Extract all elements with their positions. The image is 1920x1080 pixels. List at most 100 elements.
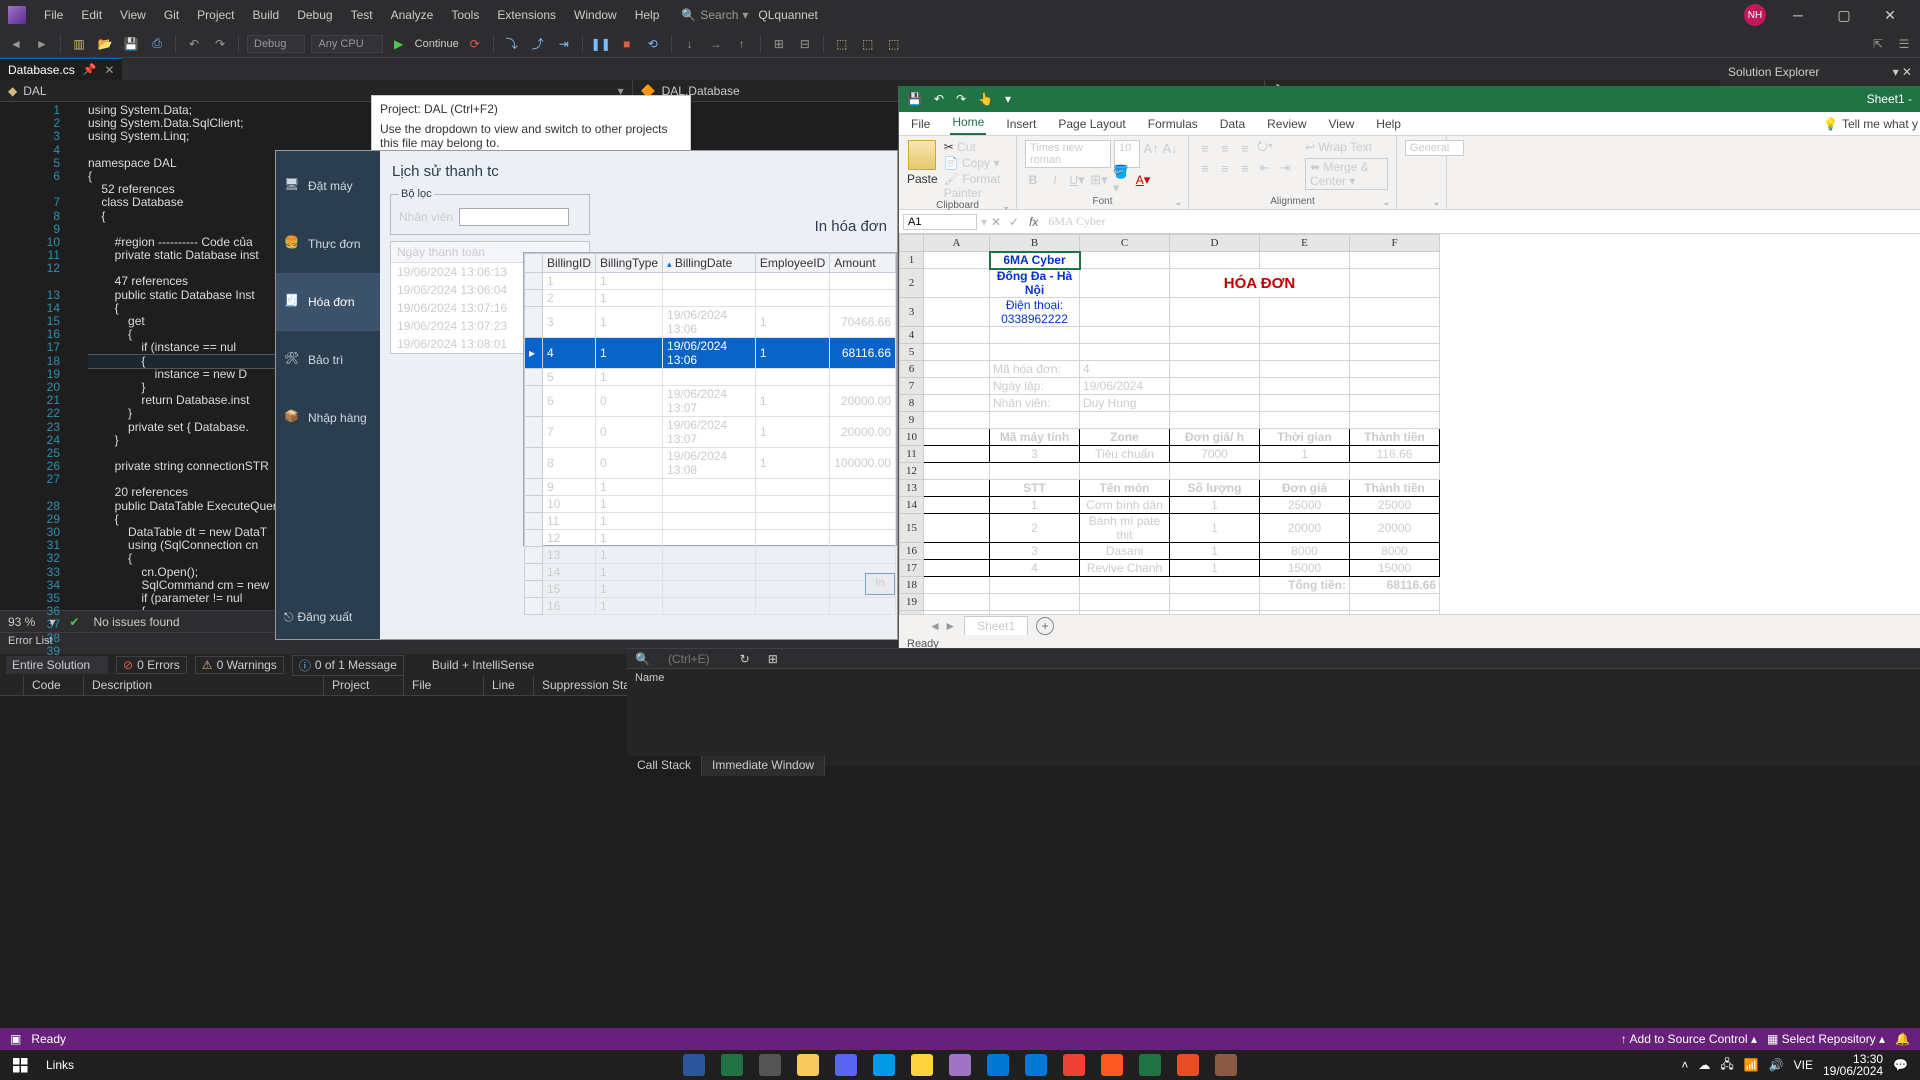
add-source-control[interactable]: ↑ Add to Source Control ▴ xyxy=(1621,1032,1757,1046)
tab-immediate[interactable]: Immediate Window xyxy=(702,756,825,776)
taskbar-app-10[interactable] xyxy=(1056,1050,1092,1080)
menu-analyze[interactable]: Analyze xyxy=(383,4,442,26)
number-format-combo[interactable]: General xyxy=(1405,140,1464,156)
sidebar-item-1[interactable]: 🍔Thực đơn xyxy=(276,215,380,273)
ribbon-tab-review[interactable]: Review xyxy=(1265,113,1308,135)
orient-icon[interactable]: ⭮▾ xyxy=(1257,140,1273,156)
undo-icon[interactable]: ↶ xyxy=(184,34,204,54)
align-mid-icon[interactable]: ≡ xyxy=(1217,140,1233,156)
vs-search[interactable]: 🔍Search▾ xyxy=(681,8,748,22)
tray-volume-icon[interactable]: 🔊 xyxy=(1769,1058,1784,1072)
cancel-fx-icon[interactable]: ✕ xyxy=(987,215,1005,229)
taskbar-app-13[interactable] xyxy=(1170,1050,1206,1080)
tray-chevron-icon[interactable]: ˄ xyxy=(1681,1058,1688,1072)
ribbon-tab-formulas[interactable]: Formulas xyxy=(1146,113,1200,135)
taskbar-app-2[interactable] xyxy=(752,1050,788,1080)
t3-icon[interactable]: ↑ xyxy=(732,34,752,54)
t7-icon[interactable]: ⬚ xyxy=(858,34,878,54)
sidebar-item-3[interactable]: 🛠Bảo trì xyxy=(276,331,380,389)
ribbon-tab-view[interactable]: View xyxy=(1327,113,1357,135)
tray-wifi-icon[interactable]: 📶 xyxy=(1744,1058,1759,1072)
t4-icon[interactable]: ⊞ xyxy=(769,34,789,54)
taskbar-links[interactable]: Links xyxy=(36,1058,84,1072)
config-combo[interactable]: Debug xyxy=(247,35,305,53)
platform-combo[interactable]: Any CPU xyxy=(311,35,382,53)
formula-value[interactable]: 6MA Cyber xyxy=(1044,213,1920,230)
build-filter[interactable]: Build + IntelliSense xyxy=(432,658,534,672)
tab-callstack[interactable]: Call Stack xyxy=(627,756,702,776)
notifications-icon[interactable]: 🔔 xyxy=(1895,1032,1910,1046)
menu-view[interactable]: View xyxy=(112,4,154,26)
italic-icon[interactable]: I xyxy=(1047,172,1063,188)
cell-A1[interactable]: 6MA Cyber xyxy=(990,252,1080,269)
align-left-icon[interactable]: ≡ xyxy=(1197,160,1213,176)
t1-icon[interactable]: ↓ xyxy=(680,34,700,54)
taskbar-app-4[interactable] xyxy=(828,1050,864,1080)
errors-pill[interactable]: ⊘0 Errors xyxy=(116,656,187,674)
open-icon[interactable]: 📂 xyxy=(95,34,115,54)
warnings-pill[interactable]: ⚠0 Warnings xyxy=(195,656,284,674)
new-icon[interactable]: ▥ xyxy=(69,34,89,54)
align-bot-icon[interactable]: ≡ xyxy=(1237,140,1253,156)
menu-git[interactable]: Git xyxy=(156,4,187,26)
zoom-level[interactable]: 93 % xyxy=(8,615,35,629)
paste-button[interactable]: Paste xyxy=(907,140,938,186)
sheet-tab[interactable]: Sheet1 xyxy=(964,616,1028,635)
solution-explorer[interactable]: Solution Explorer▾ ✕ xyxy=(1720,58,1920,86)
stop-icon[interactable]: ■ xyxy=(617,34,637,54)
menu-build[interactable]: Build xyxy=(245,4,288,26)
menu-extensions[interactable]: Extensions xyxy=(489,4,564,26)
pause-icon[interactable]: ❚❚ xyxy=(591,34,611,54)
align-top-icon[interactable]: ≡ xyxy=(1197,140,1213,156)
taskbar-app-11[interactable] xyxy=(1094,1050,1130,1080)
employee-input[interactable] xyxy=(459,208,569,226)
add-sheet-icon[interactable]: + xyxy=(1036,617,1054,635)
tray-clock[interactable]: 13:3019/06/2024 xyxy=(1823,1053,1883,1077)
copy-button[interactable]: 📄 Copy ▾ xyxy=(944,156,1008,170)
errorlist-scope[interactable]: Entire Solution xyxy=(6,656,108,674)
step2-icon[interactable]: ⤴ xyxy=(528,34,548,54)
ribbon-tab-file[interactable]: File xyxy=(909,113,932,135)
fill-icon[interactable]: 🪣▾ xyxy=(1113,172,1129,188)
border-icon[interactable]: ⊞▾ xyxy=(1091,172,1107,188)
align-center-icon[interactable]: ≡ xyxy=(1217,160,1233,176)
menu-test[interactable]: Test xyxy=(343,4,381,26)
wrap-text-button[interactable]: ↩ Wrap Text xyxy=(1305,140,1388,154)
tray-network-icon[interactable]: 🖧 xyxy=(1720,1055,1733,1076)
close-button[interactable]: ✕ xyxy=(1868,7,1912,24)
shrink-font-icon[interactable]: A↓ xyxy=(1162,140,1178,156)
sidebar-item-4[interactable]: 📦Nhập hàng xyxy=(276,389,380,447)
pin-icon[interactable]: 📌 xyxy=(83,63,97,76)
menu-file[interactable]: File xyxy=(36,4,71,26)
messages-pill[interactable]: ⓘ0 of 1 Message xyxy=(292,655,404,676)
restart-icon[interactable]: ⟲ xyxy=(643,34,663,54)
logout-button[interactable]: ⎋Đăng xuất xyxy=(276,596,380,639)
excel-touch-icon[interactable]: 👆 xyxy=(978,92,993,106)
menu-edit[interactable]: Edit xyxy=(73,4,110,26)
indent-dec-icon[interactable]: ⇤ xyxy=(1257,160,1273,176)
ribbon-tab-page-layout[interactable]: Page Layout xyxy=(1056,113,1127,135)
taskbar-app-9[interactable] xyxy=(1018,1050,1054,1080)
format-painter-button[interactable]: 🖌 Format Painter xyxy=(944,172,1008,200)
taskbar-app-3[interactable] xyxy=(790,1050,826,1080)
taskbar-app-8[interactable] xyxy=(980,1050,1016,1080)
cut-button[interactable]: ✂ Cut xyxy=(944,140,1008,154)
sidebar-item-0[interactable]: 🖥Đặt máy xyxy=(276,157,380,215)
taskbar-app-5[interactable] xyxy=(866,1050,902,1080)
minimize-button[interactable]: ─ xyxy=(1776,7,1820,23)
menu-tools[interactable]: Tools xyxy=(443,4,487,26)
merge-center-button[interactable]: ⬌ Merge & Center ▾ xyxy=(1305,158,1388,190)
menu-help[interactable]: Help xyxy=(627,4,668,26)
fwd-icon[interactable]: ► xyxy=(32,34,52,54)
menu-debug[interactable]: Debug xyxy=(289,4,340,26)
maximize-button[interactable]: ▢ xyxy=(1822,7,1866,24)
t2-icon[interactable]: → xyxy=(706,34,726,54)
menu-project[interactable]: Project xyxy=(189,4,242,26)
excel-redo-icon[interactable]: ↷ xyxy=(956,92,966,106)
redo-icon[interactable]: ↷ xyxy=(210,34,230,54)
t5-icon[interactable]: ⊟ xyxy=(795,34,815,54)
accept-fx-icon[interactable]: ✓ xyxy=(1005,215,1023,229)
sidebar-item-2[interactable]: 🧾Hóa đơn xyxy=(276,273,380,331)
underline-icon[interactable]: U▾ xyxy=(1069,172,1085,188)
bold-icon[interactable]: B xyxy=(1025,172,1041,188)
